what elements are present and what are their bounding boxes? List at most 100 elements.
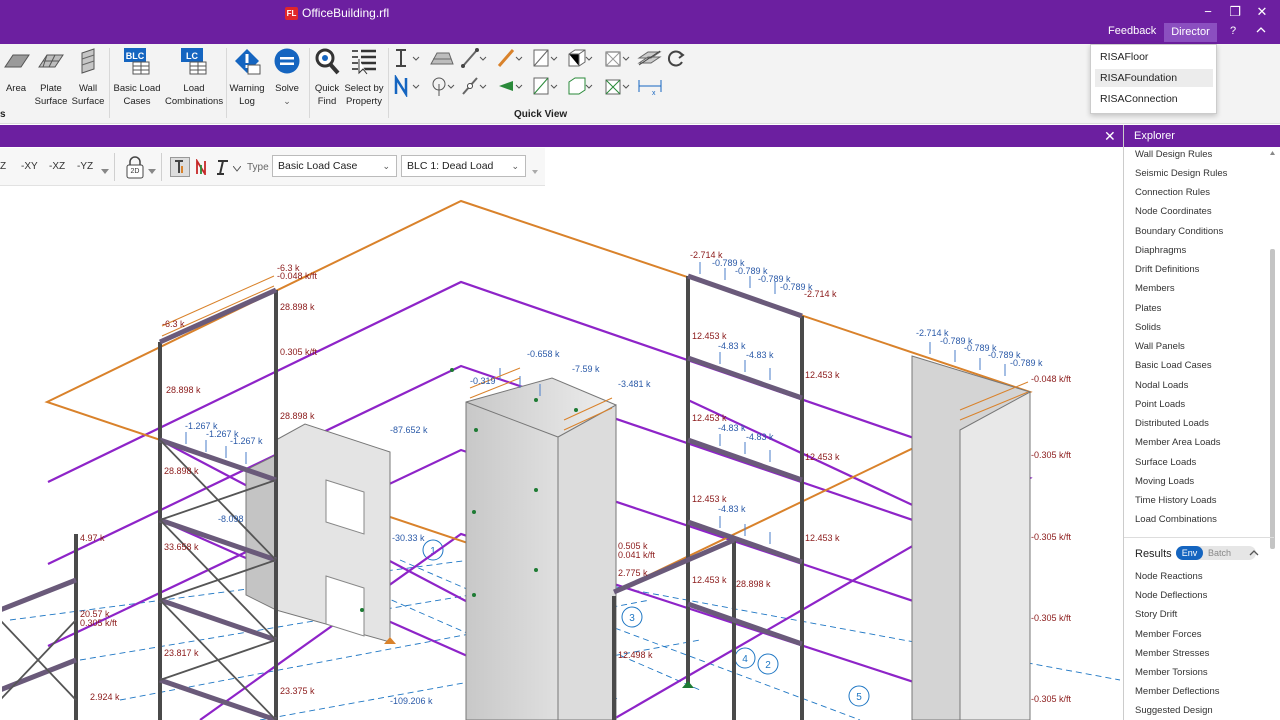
explorer-item[interactable]: Distributed Loads [1135, 418, 1209, 429]
results-item[interactable]: Member Deflections [1135, 686, 1219, 697]
box-view-icon[interactable] [603, 47, 631, 69]
explorer-item[interactable]: Surface Loads [1135, 457, 1196, 468]
member-color-icon[interactable] [496, 47, 524, 69]
chevron-down-icon[interactable]: ⌄ [270, 95, 304, 108]
explorer-panel: Explorer Wall Design Rules Seismic Desig… [1123, 125, 1280, 720]
view-xy-button[interactable]: -XY [21, 161, 38, 172]
dimension-icon[interactable]: x [636, 75, 664, 97]
load-label: 2.924 k [90, 692, 120, 702]
solid-view-icon[interactable] [566, 47, 594, 69]
explorer-item[interactable]: Nodal Loads [1135, 380, 1188, 391]
minimize-button[interactable]: − [1200, 4, 1216, 20]
core-wall-right[interactable] [911, 355, 1031, 720]
select-by-property-button[interactable]: Select by Property [344, 47, 384, 108]
menu-item-risafoundation[interactable]: RISAFoundation [1095, 69, 1213, 87]
rotation-icon[interactable] [428, 75, 456, 97]
view-xz-button[interactable]: -XZ [49, 161, 65, 172]
results-item[interactable]: Node Deflections [1135, 590, 1207, 601]
type-select[interactable]: Basic Load Case ⌄ [272, 155, 397, 177]
explorer-item[interactable]: Plates [1135, 303, 1161, 314]
close-button[interactable]: ✕ [1254, 4, 1270, 20]
2d-mode-button[interactable]: 2D [124, 156, 148, 180]
menu-item-risaconnection[interactable]: RISAConnection [1095, 90, 1213, 108]
explorer-item[interactable]: Diaphragms [1135, 245, 1186, 256]
explorer-item[interactable]: Boundary Conditions [1135, 226, 1223, 237]
explorer-item[interactable]: Wall Panels [1135, 341, 1185, 352]
plate-surface-button[interactable]: Plate Surface [33, 47, 69, 108]
member-line-icon[interactable] [460, 47, 488, 69]
chevron-down-icon[interactable] [532, 170, 538, 175]
type-label: Type [247, 162, 269, 173]
explorer-item[interactable]: Load Combinations [1135, 514, 1217, 525]
basic-load-cases-button[interactable]: BLC Basic Load Cases [113, 47, 161, 108]
solve-button[interactable]: Solve ⌄ [270, 47, 304, 108]
env-batch-toggle[interactable]: Env Batch [1176, 546, 1256, 560]
restore-button[interactable]: ❐ [1227, 4, 1243, 20]
chevron-down-icon[interactable] [148, 169, 156, 175]
load-label: 0.041 k/ft [618, 550, 656, 560]
explorer-item[interactable]: Node Coordinates [1135, 206, 1212, 217]
chevron-down-icon: ⌄ [382, 161, 390, 171]
explorer-item[interactable]: Point Loads [1135, 399, 1185, 410]
collapse-ribbon-button[interactable] [1256, 25, 1266, 37]
view-partial-button[interactable]: Z [0, 161, 6, 172]
chevron-up-icon[interactable] [1249, 549, 1259, 557]
layers-icon[interactable] [636, 47, 664, 69]
font-style-icon[interactable] [215, 158, 231, 176]
select-property-icon [352, 49, 376, 75]
load-combinations-button[interactable]: LC Load Combinations [165, 47, 223, 108]
box-load-icon[interactable] [603, 75, 631, 97]
results-item[interactable]: Suggested Design [1135, 705, 1213, 716]
view-yz-button[interactable]: -YZ [77, 161, 93, 172]
quick-view-group-label: Quick View [514, 109, 568, 120]
plate-view-icon[interactable] [531, 47, 559, 69]
explorer-item[interactable]: Moving Loads [1135, 476, 1194, 487]
results-item[interactable]: Member Forces [1135, 629, 1202, 640]
node-label-icon[interactable] [393, 75, 421, 97]
core-wall-center[interactable] [465, 377, 617, 720]
plate-load-icon[interactable] [531, 75, 559, 97]
explorer-item[interactable]: Wall Design Rules [1135, 149, 1212, 160]
feedback-button[interactable]: Feedback [1108, 25, 1156, 37]
results-item[interactable]: Node Reactions [1135, 571, 1203, 582]
solid-load-icon[interactable] [566, 75, 594, 97]
explorer-item[interactable]: Drift Definitions [1135, 264, 1199, 275]
solve-label: Solve [275, 83, 299, 94]
explorer-item[interactable]: Members [1135, 283, 1175, 294]
distributed-load-icon[interactable] [496, 75, 524, 97]
file-name: OfficeBuilding.rfl [302, 6, 390, 20]
warning-log-button[interactable]: Warning Log [228, 47, 266, 108]
model-3d-view[interactable]: 1 3 4 2 5 -6.3 k -0.048 k/ft -6.3 k 28.8… [2, 186, 1123, 720]
explorer-item[interactable]: Time History Loads [1135, 495, 1216, 506]
explorer-item[interactable]: Member Area Loads [1135, 437, 1221, 448]
chevron-down-icon[interactable] [101, 169, 109, 175]
results-item[interactable]: Member Stresses [1135, 648, 1209, 659]
member-axis-icon[interactable] [460, 75, 488, 97]
refresh-icon[interactable] [662, 47, 690, 69]
explorer-scrollbar[interactable] [1269, 149, 1276, 549]
load-display-button[interactable] [170, 157, 190, 177]
results-item[interactable]: Member Torsions [1135, 667, 1208, 678]
batch-option[interactable]: Batch [1208, 546, 1231, 560]
chevron-down-icon[interactable] [233, 166, 241, 172]
load-label: 0.305 k/ft [280, 347, 318, 357]
text-style-icon[interactable] [393, 47, 421, 69]
menu-item-risafloor[interactable]: RISAFloor [1095, 48, 1213, 66]
env-option[interactable]: Env [1176, 546, 1203, 560]
wall-surface-button[interactable]: Wall Surface [71, 47, 105, 108]
area-button[interactable]: Area [3, 47, 30, 95]
explorer-item[interactable]: Seismic Design Rules [1135, 168, 1227, 179]
explorer-item[interactable]: Solids [1135, 322, 1161, 333]
load-case-select[interactable]: BLC 1: Dead Load ⌄ [401, 155, 526, 177]
surface-render-icon[interactable] [428, 47, 456, 69]
explorer-item[interactable]: Connection Rules [1135, 187, 1210, 198]
result-text-icon[interactable] [195, 159, 209, 175]
help-button[interactable]: ? [1230, 25, 1236, 37]
quick-find-button[interactable]: Quick Find [311, 47, 343, 108]
close-view-button[interactable]: ✕ [1104, 128, 1116, 145]
results-item[interactable]: Story Drift [1135, 609, 1177, 620]
wall-panel-left[interactable] [275, 423, 391, 643]
director-button[interactable]: Director [1164, 23, 1217, 42]
explorer-item[interactable]: Basic Load Cases [1135, 360, 1212, 371]
explorer-title: Explorer [1124, 125, 1280, 147]
